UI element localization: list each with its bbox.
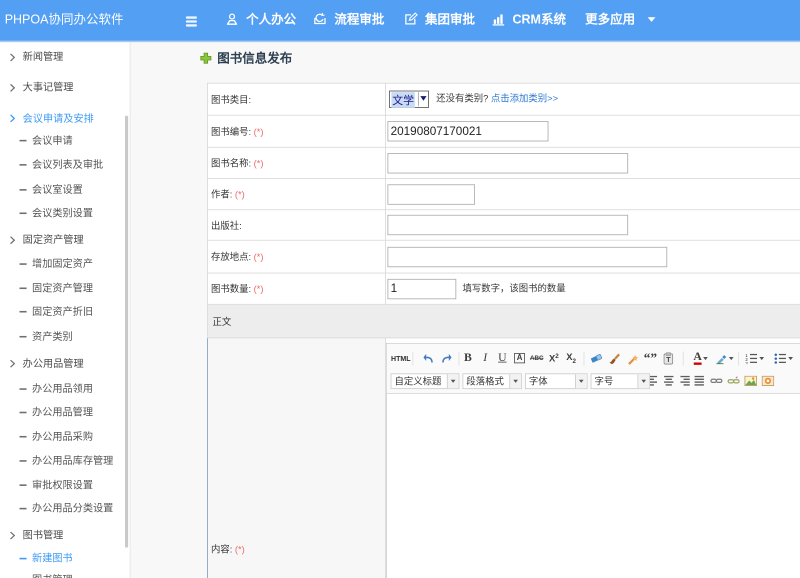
svg-text:T: T: [666, 357, 671, 364]
svg-text:3: 3: [745, 360, 748, 363]
